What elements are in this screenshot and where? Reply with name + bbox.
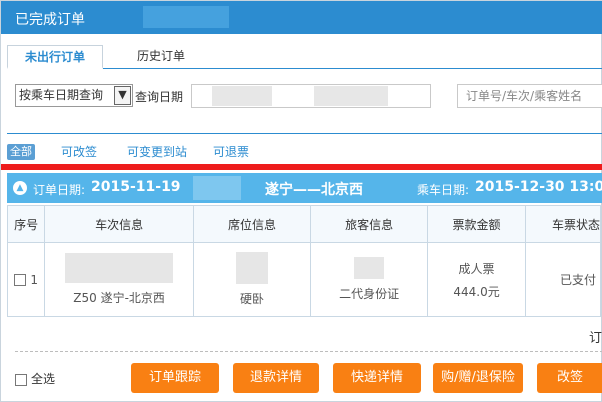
header-passenger: 旅客信息 — [310, 205, 429, 243]
select-all-checkbox[interactable] — [15, 373, 27, 386]
refund-details-button[interactable]: 退款详情 — [233, 363, 319, 393]
order-header: ▲ 订单日期: 2015-11-19 遂宁——北京西 乘车日期: 2015-12… — [7, 173, 602, 203]
filter-changeable[interactable]: 可改签 — [61, 144, 97, 161]
header-status: 车票状态 — [524, 205, 602, 243]
filter-all[interactable]: 全部 — [7, 144, 35, 160]
title-bar: 已完成订单 — [1, 1, 602, 34]
row-checkbox[interactable] — [14, 274, 27, 286]
filter-change-destination[interactable]: 可变更到站 — [127, 144, 187, 161]
divider — [7, 133, 602, 134]
order-date-label: 订单日期: — [33, 183, 86, 197]
seq-cell: 1 — [6, 242, 46, 317]
header-price: 票款金额 — [427, 205, 526, 243]
redacted-block — [143, 6, 229, 28]
header-seq: 序号 — [6, 205, 46, 243]
redacted-block — [235, 252, 268, 284]
truncated-text: 订 — [589, 331, 602, 346]
header-train: 车次信息 — [44, 205, 194, 243]
date-label: 查询日期 — [135, 90, 184, 104]
change-ticket-button[interactable]: 改签 — [537, 363, 602, 393]
query-type-select[interactable]: 按乘车日期查询 ▼ — [15, 84, 133, 107]
tab-upcoming-orders[interactable]: 未出行订单 — [7, 45, 103, 69]
ride-datetime: 2015-12-30 13:04 — [475, 179, 602, 195]
seat-type: 硬卧 — [239, 292, 264, 306]
passenger-cell: 二代身份证 — [310, 242, 429, 317]
app-window: 已完成订单 未出行订单 历史订单 按乘车日期查询 ▼ 查询日期 订单号/车次/乘… — [0, 0, 602, 402]
redacted-block — [354, 257, 385, 279]
table-header-row: 序号 车次信息 席位信息 旅客信息 票款金额 车票状态 — [6, 205, 602, 243]
query-type-value: 按乘车日期查询 — [19, 88, 104, 102]
chevron-down-icon[interactable]: ▼ — [114, 86, 131, 105]
redacted-block — [314, 86, 388, 106]
passenger-id-type: 二代身份证 — [339, 287, 400, 301]
order-date: 2015-11-19 — [91, 179, 181, 195]
ticket-status: 已支付 — [559, 273, 596, 287]
order-tracking-button[interactable]: 订单跟踪 — [131, 363, 219, 393]
train-cell: Z50 遂宁-北京西 — [44, 242, 194, 317]
train-info: Z50 遂宁-北京西 — [73, 291, 165, 305]
status-cell: 已支付 — [524, 242, 602, 317]
select-all[interactable]: 全选 — [15, 370, 55, 387]
tab-history-orders[interactable]: 历史订单 — [115, 45, 207, 69]
delivery-details-button[interactable]: 快递详情 — [333, 363, 421, 393]
seat-cell: 硬卧 — [192, 242, 312, 317]
header-seat: 席位信息 — [192, 205, 312, 243]
ride-date-label: 乘车日期: — [417, 183, 470, 197]
dashed-divider — [15, 351, 602, 352]
table-row: 1 Z50 遂宁-北京西 硬卧 二代身份证 成人票 444.0元 已支付 — [6, 242, 602, 317]
date-range-input[interactable] — [191, 84, 431, 108]
search-row: 按乘车日期查询 ▼ 查询日期 订单号/车次/乘客姓名 — [7, 81, 602, 113]
ticket-price: 444.0元 — [453, 284, 500, 299]
route: 遂宁——北京西 — [265, 182, 363, 198]
order-tabs: 未出行订单 历史订单 — [7, 45, 602, 69]
select-all-label: 全选 — [31, 372, 56, 386]
order-table: 序号 车次信息 席位信息 旅客信息 票款金额 车票状态 1 Z50 遂宁-北京西… — [6, 205, 602, 317]
collapse-icon[interactable]: ▲ — [13, 181, 27, 195]
filter-refundable[interactable]: 可退票 — [213, 144, 249, 161]
redacted-block — [65, 253, 174, 283]
page-title: 已完成订单 — [15, 12, 85, 28]
redacted-block — [193, 176, 241, 200]
insurance-button[interactable]: 购/赠/退保险 — [433, 363, 523, 393]
keyword-search-input[interactable]: 订单号/车次/乘客姓名 — [457, 84, 602, 108]
row-seq: 1 — [30, 272, 38, 287]
ticket-type: 成人票 — [458, 261, 495, 276]
filter-bar: 全部 可改签 可变更到站 可退票 — [7, 144, 602, 162]
price-cell: 成人票 444.0元 — [427, 242, 526, 317]
highlight-bar — [1, 164, 602, 170]
redacted-block — [212, 86, 272, 106]
